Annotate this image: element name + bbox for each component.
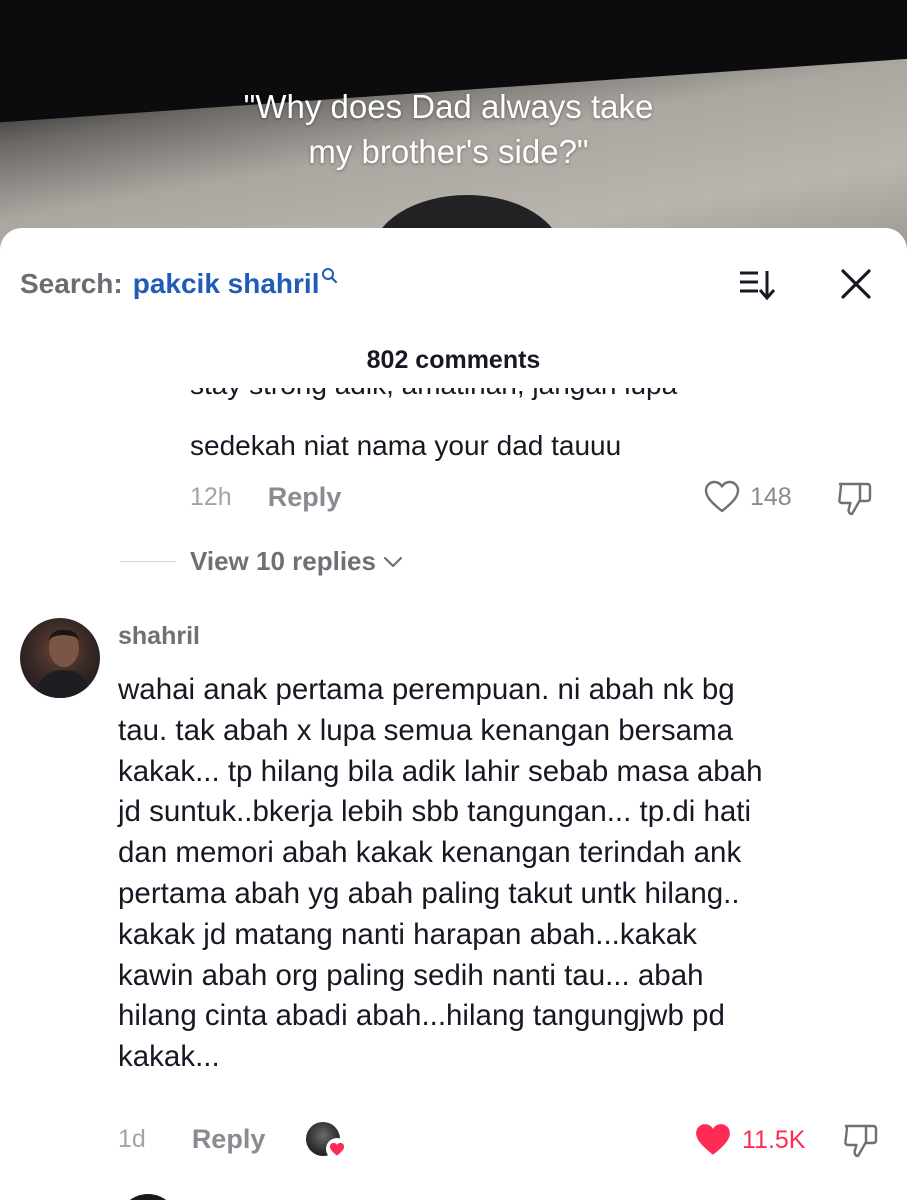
comment-time: 1d [118, 1125, 146, 1153]
comment-text-line: tau. tak abah x lupa semua kenangan bers… [118, 713, 733, 747]
comment-text-line: kakak jd matang nanti harapan abah...kak… [118, 917, 697, 951]
comment-text: sedekah niat nama your dad tauuu [190, 430, 622, 461]
sort-icon[interactable] [738, 268, 780, 302]
comments-sheet: Search: pakcik shahril 802 comments stay… [0, 228, 907, 1200]
avatar-portrait [36, 629, 90, 698]
comment-time: 12h [190, 483, 232, 511]
comment-meta: 12h Reply [190, 482, 341, 513]
comment-text-cut: stay strong adik, amatinah, jangan lupa [190, 388, 810, 412]
comment-count: 802 comments [366, 346, 541, 374]
comment-text-cut-line: stay strong adik, amatinah, jangan lupa [190, 388, 810, 402]
comment-text-line: wahai anak pertama perempuan. ni abah nk… [118, 673, 735, 706]
comment-text-line: kakak... tp hilang bila adik lahir sebab… [118, 754, 763, 788]
search-suggestion[interactable]: Search: pakcik shahril [20, 264, 339, 304]
search-prefix: Search: [20, 268, 123, 299]
close-icon[interactable] [838, 266, 874, 302]
heart-icon[interactable] [704, 480, 740, 514]
view-replies-button[interactable]: View 10 replies [120, 546, 404, 577]
reply-button[interactable]: Reply [268, 482, 342, 513]
video-caption-line2: my brother's side?" [308, 133, 589, 170]
comment-text-line: hilang cinta abadi abah...hilang tangung… [118, 999, 725, 1033]
heart-icon[interactable] [694, 1122, 732, 1158]
search-query-link[interactable]: pakcik shahril [133, 268, 320, 300]
comment-text: wahai anak pertama perempuan. ni abah nk… [118, 670, 878, 1078]
video-caption-line1: "Why does Dad always take [243, 88, 654, 125]
next-comment-avatar[interactable] [118, 1194, 178, 1200]
comment-text-line: kakak... [118, 1040, 220, 1074]
chevron-down-icon [383, 556, 403, 567]
comment-meta: 1d Reply [118, 1124, 265, 1155]
heart-icon [326, 1138, 348, 1160]
comment-username[interactable]: shahril [118, 622, 200, 651]
liked-by-creator-badge [306, 1122, 348, 1162]
like-group: 148 [704, 480, 792, 514]
comment-text-line: pertama abah yg abah paling takut untk h… [118, 876, 740, 910]
dislike-icon[interactable] [836, 480, 874, 518]
comment-text-line: jd suntuk..bkerja lebih sbb tangungan...… [118, 795, 752, 829]
view-replies-line [120, 561, 176, 562]
reply-button[interactable]: Reply [192, 1124, 266, 1155]
dislike-icon[interactable] [842, 1122, 880, 1160]
video-caption: "Why does Dad always take my brother's s… [0, 84, 907, 174]
search-icon[interactable] [321, 266, 339, 288]
like-count: 148 [750, 482, 792, 511]
comment-text-line: kawin abah org paling sedih nanti tau...… [118, 958, 704, 992]
view-replies-label: View 10 replies [190, 546, 376, 576]
comment-text-line: dan memori abah kakak kenangan terindah … [118, 836, 742, 870]
avatar[interactable] [20, 618, 100, 698]
like-count: 11.5K [742, 1125, 806, 1154]
like-group: 11.5K [694, 1122, 805, 1158]
